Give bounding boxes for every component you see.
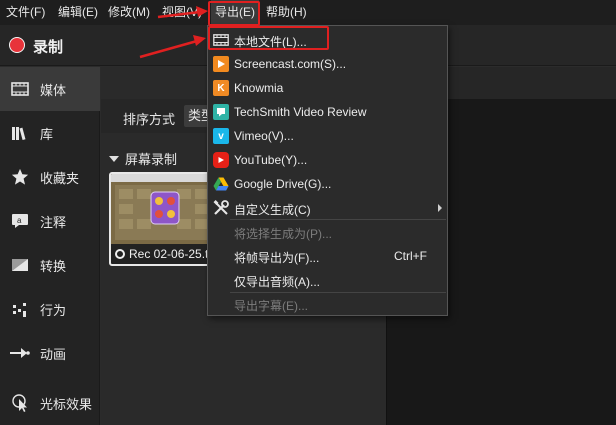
- annotation-arrows: [139, 6, 208, 59]
- annotation-arrowhead: [196, 6, 208, 17]
- annotation-arrow-line: [139, 39, 198, 59]
- annotation-arrow-line: [157, 10, 201, 19]
- annotation-arrowhead: [193, 35, 206, 46]
